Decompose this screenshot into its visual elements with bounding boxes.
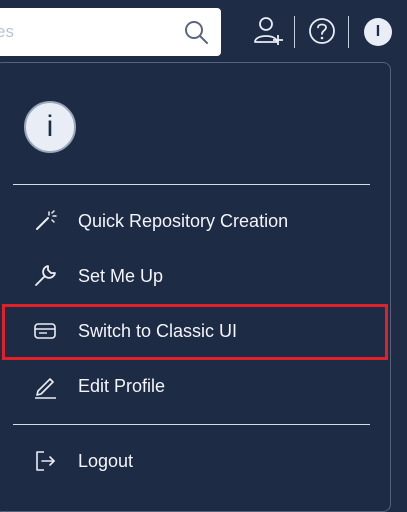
help-icon[interactable]: [305, 14, 339, 48]
menu-item-logout[interactable]: Logout: [0, 434, 390, 488]
pencil-icon: [35, 378, 56, 399]
menu-item-set-me-up[interactable]: Set Me Up: [0, 249, 390, 303]
menu-item-label: Edit Profile: [78, 376, 166, 396]
menu-divider: [13, 424, 370, 425]
highlight-box: [2, 304, 388, 360]
menu-avatar: i: [24, 101, 76, 153]
toolbar-divider: [348, 16, 349, 48]
menu-divider: [13, 184, 370, 185]
magic-wand-icon: [36, 210, 57, 230]
menu-item-label: Logout: [78, 451, 134, 471]
search-box[interactable]: es: [0, 8, 221, 56]
menu-item-label: Set Me Up: [78, 266, 164, 286]
menu-item-edit-profile[interactable]: Edit Profile: [0, 359, 390, 413]
menu-item-label: Quick Repository Creation: [78, 211, 289, 231]
top-bar: es I: [0, 0, 407, 64]
menu-item-quick-repository-creation[interactable]: Quick Repository Creation: [0, 194, 390, 248]
logout-icon: [36, 451, 55, 471]
toolbar-divider: [294, 16, 295, 48]
add-user-icon[interactable]: [251, 14, 285, 48]
search-placeholder[interactable]: es: [0, 8, 14, 56]
user-avatar-button[interactable]: I: [364, 18, 392, 46]
search-icon[interactable]: [183, 19, 209, 45]
wrench-icon: [35, 265, 56, 286]
